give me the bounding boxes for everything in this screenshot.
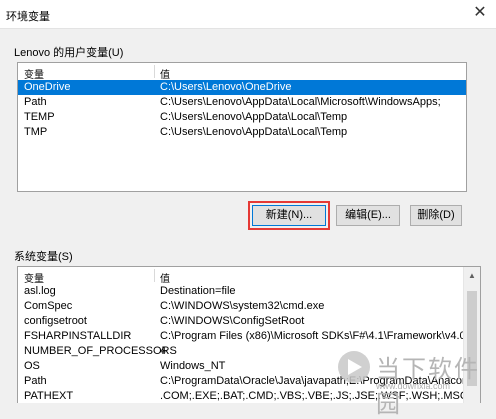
variable-value: C:\Users\Lenovo\AppData\Local\Temp xyxy=(160,111,348,123)
variable-name: OneDrive xyxy=(24,81,71,93)
scroll-up-icon[interactable]: ▲ xyxy=(468,271,476,280)
system-vars-header: 变量 值 xyxy=(18,267,464,285)
variable-value: C:\Users\Lenovo\AppData\Local\Microsoft\… xyxy=(160,96,441,108)
user-vars-rows: OneDrive C:\Users\Lenovo\OneDrive Path C:\U… xyxy=(18,80,466,140)
close-icon[interactable]: ✕ xyxy=(468,2,492,24)
watermark: 当下软件园 www.downxia.com xyxy=(338,347,488,418)
column-header-value[interactable]: 值 xyxy=(160,66,170,81)
user-vars-label: Lenovo 的用户变量(U) xyxy=(14,47,124,59)
variable-value: C:\Users\Lenovo\OneDrive xyxy=(160,81,292,93)
variable-name: NUMBER_OF_PROCESSORS xyxy=(24,345,177,357)
column-header-value[interactable]: 值 xyxy=(160,270,170,285)
title-bar: 环境变量 ✕ xyxy=(0,0,496,29)
column-header-variable[interactable]: 变量 xyxy=(24,270,44,285)
play-logo-icon xyxy=(338,351,370,383)
new-user-var-button[interactable]: 新建(N)... xyxy=(248,201,330,230)
variable-name: OS xyxy=(24,360,40,372)
column-divider[interactable] xyxy=(154,65,155,78)
delete-user-var-button[interactable]: 删除(D) xyxy=(410,205,462,226)
watermark-url: www.downxia.com xyxy=(376,381,451,391)
table-row[interactable]: TEMP C:\Users\Lenovo\AppData\Local\Temp xyxy=(18,110,466,125)
variable-name: asl.log xyxy=(24,285,56,297)
system-vars-label: 系统变量(S) xyxy=(14,251,73,263)
variable-value: 4 xyxy=(160,345,167,357)
edit-user-var-button[interactable]: 编辑(E)... xyxy=(336,205,400,226)
variable-name: TEMP xyxy=(24,111,55,123)
window-title: 环境变量 xyxy=(6,11,50,23)
table-row[interactable]: Path C:\Users\Lenovo\AppData\Local\Micros… xyxy=(18,95,466,110)
table-row[interactable]: OneDrive C:\Users\Lenovo\OneDrive xyxy=(18,80,466,95)
variable-value: Windows_NT xyxy=(160,360,226,372)
variable-name: FSHARPINSTALLDIR xyxy=(24,330,132,342)
table-row[interactable]: asl.log Destination=file xyxy=(18,284,464,299)
table-row[interactable]: FSHARPINSTALLDIR C:\Program Files (x86)\M… xyxy=(18,329,469,344)
variable-name: configsetroot xyxy=(24,315,87,327)
column-header-variable[interactable]: 变量 xyxy=(24,66,44,81)
variable-value: Destination=file xyxy=(160,285,236,297)
column-divider[interactable] xyxy=(154,269,155,282)
user-vars-list[interactable]: 变量 值 OneDrive C:\Users\Lenovo\OneDrive Pat… xyxy=(17,62,467,192)
variable-name: PATHEXT xyxy=(24,390,74,402)
variable-name: ComSpec xyxy=(24,300,73,312)
variable-name: TMP xyxy=(24,126,48,138)
variable-name: Path xyxy=(24,96,47,108)
table-row[interactable]: configsetroot C:\WINDOWS\ConfigSetRoot xyxy=(18,314,464,329)
user-vars-header: 变量 值 xyxy=(18,63,466,81)
variable-name: Path xyxy=(24,375,47,387)
table-row[interactable]: ComSpec C:\WINDOWS\system32\cmd.exe xyxy=(18,299,464,314)
variable-value: C:\Users\Lenovo\AppData\Local\Temp xyxy=(160,126,348,138)
variable-value: C:\Program Files (x86)\Microsoft SDKs\F#… xyxy=(160,330,469,342)
table-row[interactable]: TMP C:\Users\Lenovo\AppData\Local\Temp xyxy=(18,125,466,140)
variable-value: C:\WINDOWS\ConfigSetRoot xyxy=(160,315,305,327)
variable-value: C:\WINDOWS\system32\cmd.exe xyxy=(160,300,325,312)
